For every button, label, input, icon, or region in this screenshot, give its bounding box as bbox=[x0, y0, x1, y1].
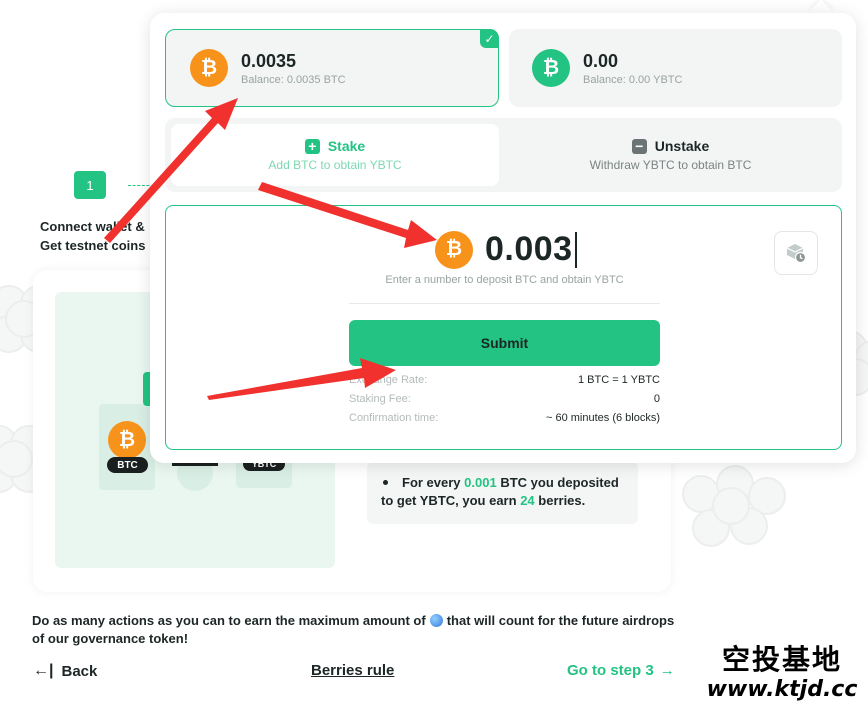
page: 1 Connect wallet & Get testnet coins ₿ B… bbox=[0, 0, 868, 708]
annotation-arrow-to-balance bbox=[104, 98, 238, 243]
annotation-arrow-to-submit bbox=[207, 358, 396, 400]
annotation-arrows bbox=[104, 98, 437, 400]
annotation-arrow-to-amount bbox=[258, 182, 437, 248]
